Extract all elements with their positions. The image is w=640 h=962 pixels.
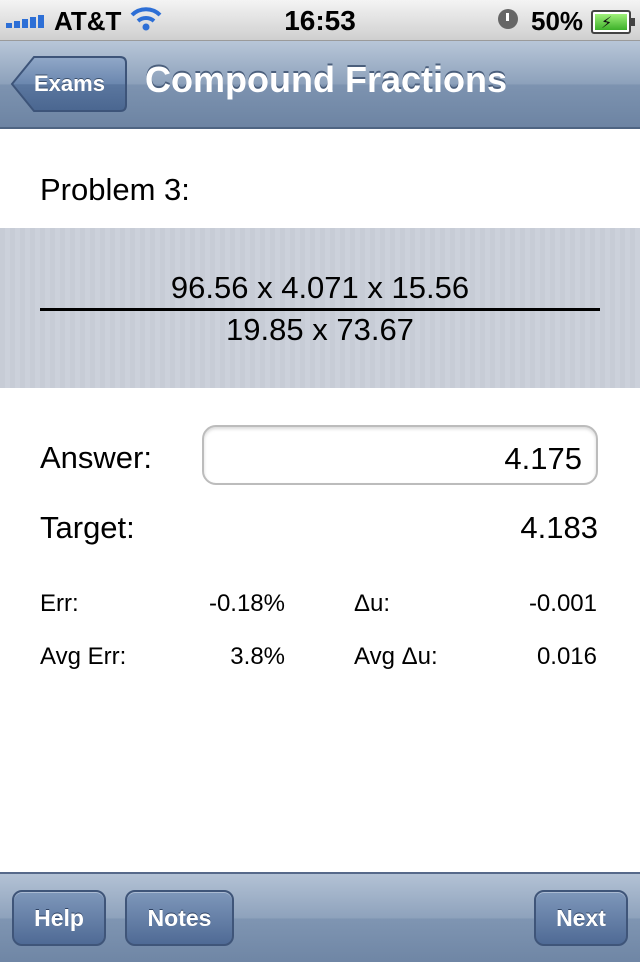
help-button[interactable]: Help [12, 890, 106, 946]
next-button[interactable]: Next [534, 890, 628, 946]
back-button-label: Exams [34, 71, 105, 96]
average-error-label: Avg Err: [40, 643, 127, 670]
fraction-bar [40, 308, 600, 311]
target-value: 4.183 [520, 510, 598, 545]
bottom-toolbar: Help Notes Next [0, 872, 640, 962]
average-delta-u-label: Avg Δu: [354, 643, 438, 670]
answer-input-value: 4.175 [504, 441, 582, 476]
alarm-clock-icon [498, 9, 518, 29]
average-error-value: 3.8% [230, 643, 285, 670]
average-delta-u-value: 0.016 [536, 643, 597, 670]
fraction-display: 96.56 x 4.071 x 15.56 19.85 x 73.67 [0, 228, 640, 388]
page-title: Compound Fractions [145, 59, 507, 100]
status-bar: AT&T 16:53 50% ⚡ [0, 0, 640, 41]
fraction-denominator: 19.85 x 73.67 [226, 312, 414, 347]
battery-icon: ⚡ [591, 10, 635, 34]
fraction-numerator: 96.56 x 4.071 x 15.56 [170, 270, 470, 305]
delta-u-label: Δu: [354, 590, 391, 617]
delta-u-value: -0.001 [528, 590, 597, 617]
error-value: -0.18% [208, 590, 285, 617]
answer-label: Answer: [40, 440, 152, 475]
back-button[interactable]: Exams [10, 55, 128, 113]
wifi-icon [130, 6, 162, 37]
carrier-name: AT&T [54, 6, 122, 36]
answer-input[interactable]: 4.175 [202, 425, 598, 485]
target-label: Target: [40, 510, 135, 545]
navigation-bar: Exams Compound Fractions [0, 41, 640, 129]
problem-label: Problem 3: [40, 172, 190, 207]
error-label: Err: [40, 590, 79, 617]
notes-button[interactable]: Notes [125, 890, 234, 946]
battery-percentage: 50% [531, 6, 584, 36]
